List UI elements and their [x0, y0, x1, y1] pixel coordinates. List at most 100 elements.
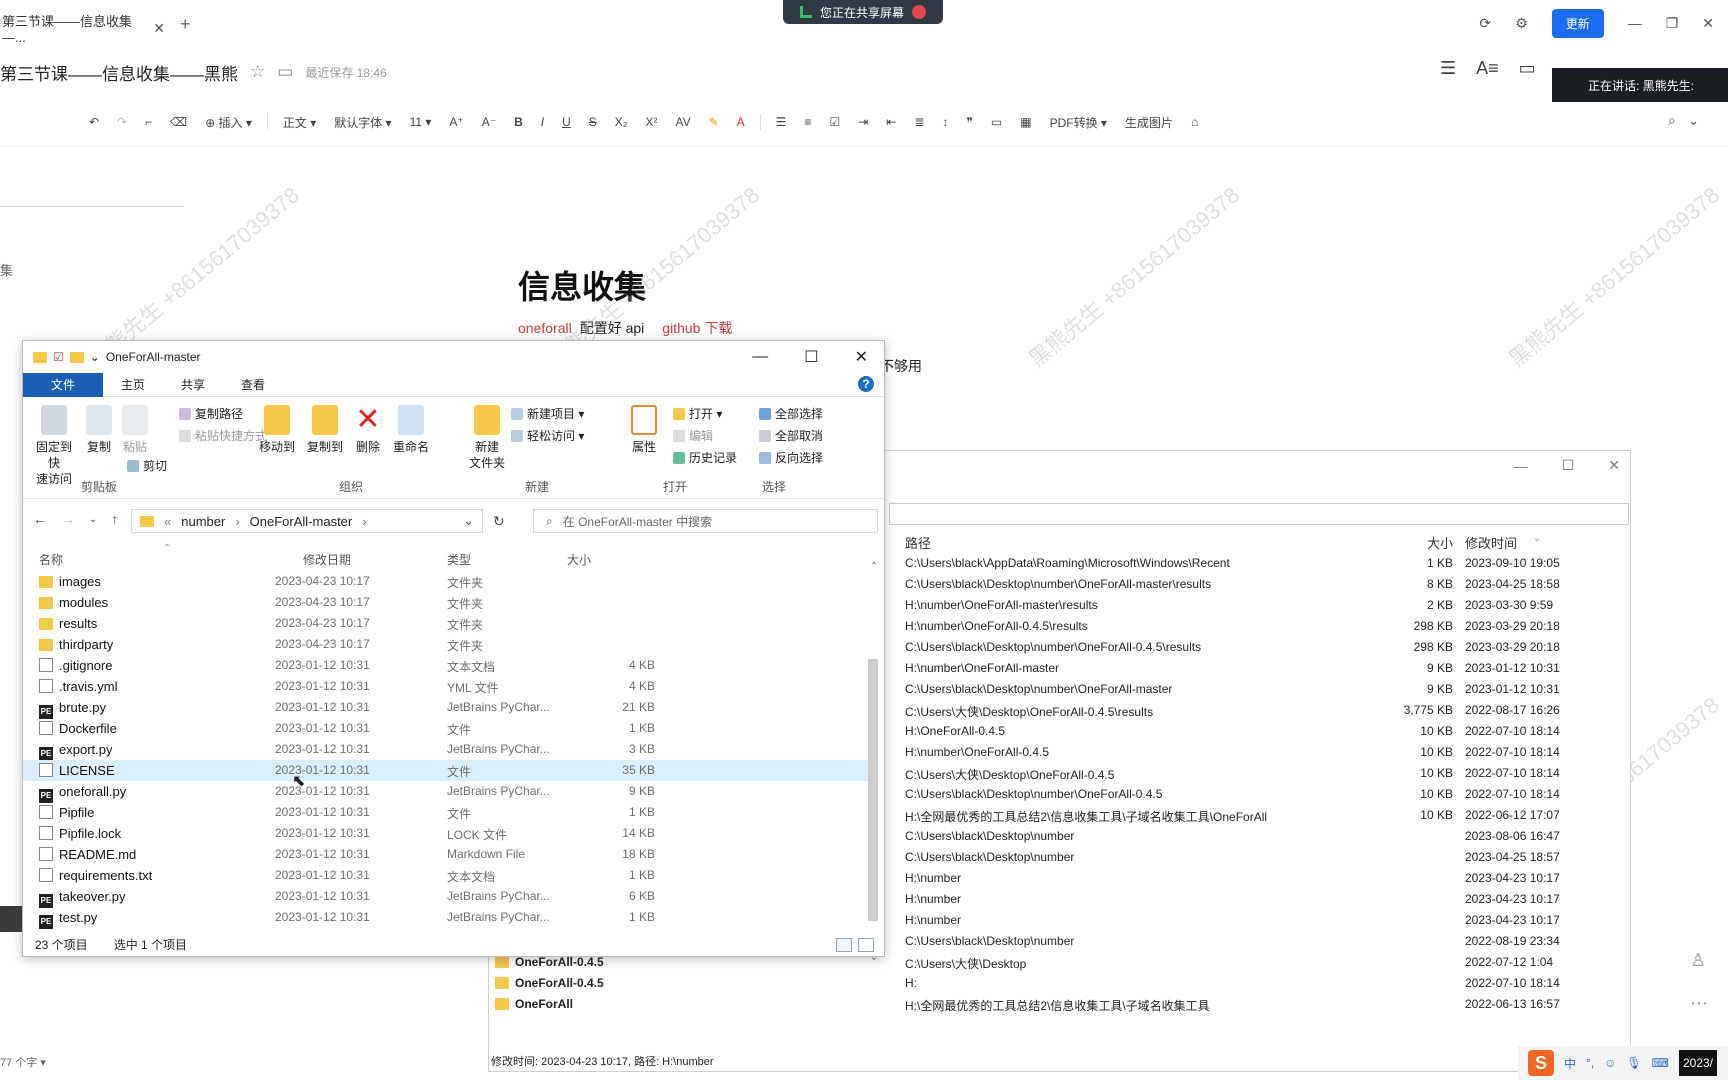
- new-item-button[interactable]: 新建项目 ▾: [511, 403, 584, 425]
- file-row[interactable]: README.md 2023-01-12 10:31 Markdown File 18…: [23, 844, 873, 865]
- eraser-icon[interactable]: ⌫: [161, 115, 196, 129]
- file-row[interactable]: PE brute.py 2023-01-12 10:31 JetBrains PyCh…: [23, 697, 873, 719]
- file-row[interactable]: Dockerfile 2023-01-12 10:31 文件 1 KB: [23, 718, 873, 739]
- github-link[interactable]: github 下载: [662, 318, 732, 338]
- close-icon[interactable]: ✕: [855, 347, 868, 367]
- scroll-down-icon[interactable]: ⌄: [868, 952, 880, 963]
- column-type[interactable]: 类型: [447, 551, 471, 568]
- style-select[interactable]: 正文 ▾: [274, 114, 325, 131]
- shirt-icon[interactable]: ♙: [1690, 950, 1708, 971]
- select-all-button[interactable]: 全部选择: [759, 403, 823, 425]
- plugin-icon[interactable]: ⌂: [1182, 115, 1207, 129]
- invert-selection-button[interactable]: 反向选择: [759, 447, 823, 469]
- outdent-icon[interactable]: ⇤: [877, 115, 905, 129]
- file-row[interactable]: PE takeover.py 2023-01-12 10:31 JetBrains P…: [23, 886, 873, 908]
- file-row[interactable]: LICENSE 2023-01-12 10:31 文件 35 KB: [23, 760, 873, 781]
- file-row[interactable]: Pipfile.lock 2023-01-12 10:31 LOCK 文件 14 KB: [23, 823, 873, 844]
- stop-share-icon[interactable]: [912, 5, 926, 19]
- insert-menu[interactable]: ⊕ 插入 ▾: [196, 114, 261, 131]
- column-date[interactable]: 修改日期: [303, 551, 351, 568]
- undo-icon[interactable]: ↶: [80, 115, 108, 129]
- indent-icon[interactable]: ⇥: [849, 115, 877, 129]
- scroll-up-icon[interactable]: ⌃: [868, 561, 880, 572]
- minimize-icon[interactable]: —: [1514, 458, 1528, 474]
- details-view-icon[interactable]: [836, 938, 852, 952]
- font-select[interactable]: 默认字体 ▾: [325, 114, 400, 131]
- redo-icon[interactable]: ↷: [108, 115, 136, 129]
- close-icon[interactable]: ✕: [1702, 15, 1714, 32]
- superscript-icon[interactable]: X²: [636, 115, 666, 129]
- highlight-icon[interactable]: ✎: [700, 115, 728, 129]
- new-tab-button[interactable]: +: [180, 14, 191, 35]
- table-icon[interactable]: ▦: [1011, 115, 1040, 129]
- file-row[interactable]: thirdparty 2023-04-23 10:17 文件夹: [23, 634, 873, 655]
- copy-path-button[interactable]: 复制路径: [179, 403, 243, 425]
- spacing-icon[interactable]: AV: [666, 115, 699, 129]
- more-icon[interactable]: ⋯: [1690, 993, 1708, 1014]
- maximize-icon[interactable]: ☐: [804, 347, 818, 367]
- bullet-list-icon[interactable]: ☰: [767, 115, 796, 129]
- file-row[interactable]: images 2023-04-23 10:17 文件夹: [23, 571, 873, 592]
- line-spacing-icon[interactable]: ↕: [933, 115, 957, 129]
- refresh-icon[interactable]: ↻: [493, 513, 505, 530]
- divider-icon[interactable]: ▭: [982, 115, 1011, 129]
- star-icon[interactable]: ☆: [250, 62, 265, 82]
- properties-quick-icon[interactable]: ☑: [53, 350, 64, 364]
- strike-button[interactable]: S: [580, 115, 606, 129]
- oneforall-link[interactable]: oneforall: [518, 320, 572, 336]
- update-button[interactable]: 更新: [1551, 8, 1604, 38]
- outline-item[interactable]: 集: [0, 260, 13, 279]
- side-widget[interactable]: [0, 906, 22, 932]
- browser-tab[interactable]: 第三节课——信息收集—... ✕: [0, 8, 165, 48]
- delete-button[interactable]: ✕ 删除: [353, 405, 383, 455]
- cut-button[interactable]: 剪切: [127, 455, 167, 477]
- search-input[interactable]: ⌕ 在 OneForAll-master 中搜索: [533, 509, 878, 533]
- size-select[interactable]: 11 ▾: [401, 115, 441, 129]
- present-icon[interactable]: ▭: [1519, 58, 1536, 79]
- close-tab-icon[interactable]: ✕: [153, 20, 165, 37]
- copy-to-button[interactable]: 复制到: [305, 405, 345, 455]
- shrink-font-icon[interactable]: A⁻: [473, 115, 505, 129]
- file-row[interactable]: PE oneforall.py 2023-01-12 10:31 JetBrains …: [23, 781, 873, 803]
- file-row[interactable]: PE export.py 2023-01-12 10:31 JetBrains PyC…: [23, 739, 873, 761]
- result-row[interactable]: OneForAll-0.4.5 H: 2022-07-10 18:14: [489, 973, 1629, 994]
- file-row[interactable]: PE test.py 2023-01-12 10:31 JetBrains PyCha…: [23, 907, 873, 929]
- column-date[interactable]: 修改时间: [1465, 533, 1517, 552]
- easy-access-button[interactable]: 轻松访问 ▾: [511, 425, 584, 447]
- underline-button[interactable]: U: [553, 115, 580, 129]
- grow-font-icon[interactable]: A⁺: [440, 115, 472, 129]
- ime-logo[interactable]: S: [1528, 1050, 1554, 1076]
- align-icon[interactable]: ≣: [905, 115, 933, 129]
- settings-icon[interactable]: ⚙: [1515, 15, 1528, 32]
- restore-icon[interactable]: ❐: [1666, 15, 1679, 32]
- up-icon[interactable]: ↑: [111, 511, 118, 527]
- file-row[interactable]: .travis.yml 2023-01-12 10:31 YML 文件 4 KB: [23, 676, 873, 697]
- scrollbar-thumb[interactable]: [868, 659, 878, 921]
- keyboard-icon[interactable]: ⌨: [1652, 1056, 1669, 1070]
- open-button[interactable]: 打开 ▾: [673, 403, 722, 425]
- font-style-icon[interactable]: A≡: [1476, 58, 1499, 79]
- subscript-icon[interactable]: X₂: [606, 115, 637, 129]
- tab-file[interactable]: 文件: [23, 372, 104, 397]
- column-name[interactable]: 名称: [39, 551, 63, 568]
- breadcrumb-overflow[interactable]: «: [164, 514, 171, 529]
- column-size[interactable]: 大小: [1427, 533, 1453, 552]
- italic-button[interactable]: I: [532, 115, 553, 129]
- refresh-icon[interactable]: ⟳: [1479, 15, 1491, 32]
- large-icons-view-icon[interactable]: [858, 938, 874, 952]
- quote-icon[interactable]: ❞: [957, 115, 981, 129]
- file-row[interactable]: .gitignore 2023-01-12 10:31 文本文档 4 KB: [23, 655, 873, 676]
- rename-button[interactable]: 重命名: [391, 405, 431, 455]
- file-row[interactable]: modules 2023-04-23 10:17 文件夹: [23, 592, 873, 613]
- new-folder-button[interactable]: 新建 文件夹: [467, 405, 507, 471]
- font-color-icon[interactable]: A: [728, 115, 754, 129]
- minimize-icon[interactable]: —: [752, 348, 768, 366]
- recent-chevron-icon[interactable]: ⌄: [89, 514, 97, 525]
- doc-title[interactable]: 第三节课——信息收集——黑熊: [0, 60, 238, 85]
- bold-button[interactable]: B: [505, 115, 532, 129]
- address-dropdown-icon[interactable]: ⌄: [463, 513, 474, 529]
- search-input[interactable]: [889, 503, 1629, 525]
- clock[interactable]: 2023/: [1678, 1050, 1718, 1076]
- folder-icon[interactable]: ▭: [277, 62, 293, 82]
- forward-icon[interactable]: →: [61, 511, 75, 527]
